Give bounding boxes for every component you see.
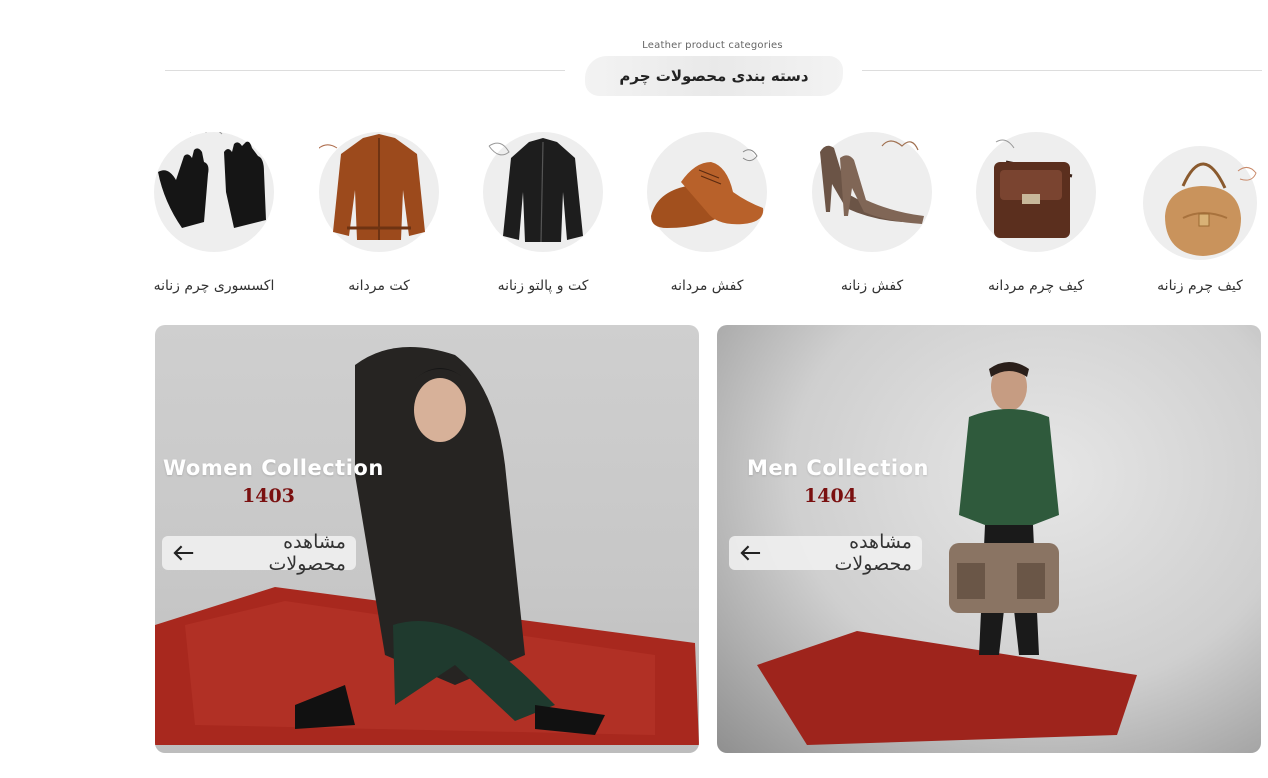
category-circle [647,132,767,252]
category-women-shoes[interactable]: کفش زنانه [797,118,947,294]
view-products-label: مشاهده محصولات [268,531,346,575]
category-men-shoes[interactable]: کفش مردانه [632,118,782,294]
category-women-coats[interactable]: کت و پالتو زنانه [468,118,618,294]
gloves-icon [158,132,266,228]
category-label: کفش زنانه [840,278,904,294]
section-title: دسته بندی محصولات چرم [585,56,843,96]
arrow-left-icon [173,545,194,561]
heels-icon [820,140,924,224]
divider-right [862,70,1262,71]
category-circle [976,132,1096,252]
men-collection-banner[interactable]: Men Collection 1404 مشاهده محصولات [717,325,1261,753]
category-circle [812,132,932,252]
category-label: کفش مردانه [670,278,744,294]
divider-left [165,70,565,71]
collection-title: Women Collection [163,456,384,480]
section-subtitle: Leather product categories [642,40,783,51]
oxford-shoes-icon [651,149,764,228]
category-men-bags[interactable]: کیف چرم مردانه [961,118,1111,294]
category-label: اکسسوری چرم زنانه [153,278,275,294]
category-circle [319,132,439,252]
category-circle [154,132,274,252]
category-label: کت و پالتو زنانه [497,278,589,294]
men-bag-icon [994,139,1073,238]
view-products-button[interactable]: مشاهده محصولات [162,531,356,575]
category-label: کیف چرم مردانه [987,278,1085,294]
women-collection-banner[interactable]: Women Collection 1403 مشاهده محصولات [155,325,699,753]
category-women-bags[interactable]: کیف چرم زنانه [1125,118,1268,294]
men-jacket-icon [319,134,425,240]
collection-year: 1403 [242,485,295,507]
women-jacket-icon [488,138,583,243]
view-products-label: مشاهده محصولات [834,531,912,575]
category-women-accessories[interactable]: اکسسوری چرم زنانه [139,118,289,294]
category-label: کت مردانه [348,278,410,294]
view-products-button[interactable]: مشاهده محصولات [729,531,922,575]
arrow-left-icon [740,545,761,561]
category-label: کیف چرم زنانه [1157,278,1243,294]
category-circle [483,132,603,252]
category-men-jackets[interactable]: کت مردانه [304,118,454,294]
collection-title: Men Collection [747,456,929,480]
women-bag-icon [1165,162,1257,256]
category-circle [1143,146,1257,260]
collection-year: 1404 [804,485,857,507]
